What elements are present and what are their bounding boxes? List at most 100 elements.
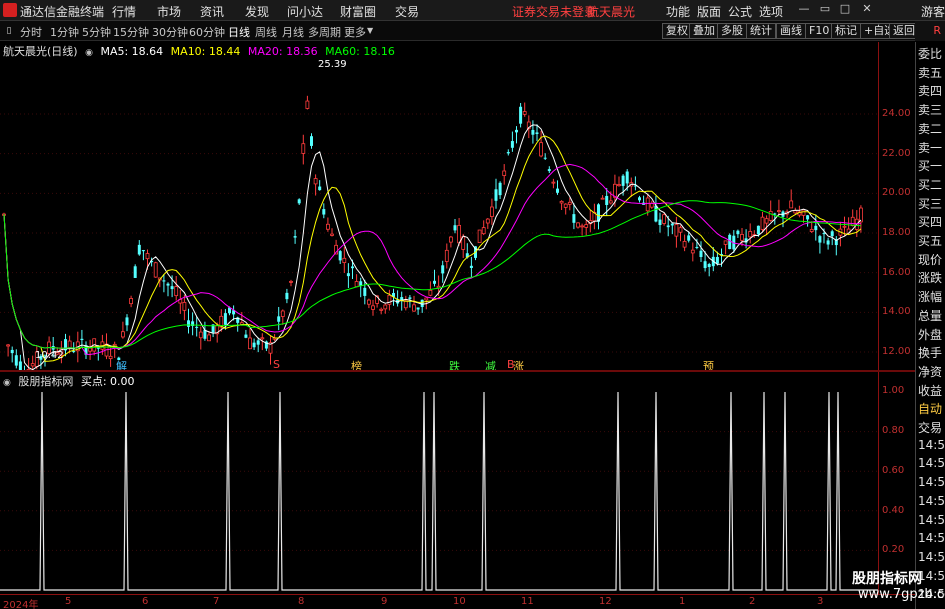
x-label-8: 8 bbox=[298, 596, 305, 607]
sidebar-item-14[interactable]: 总量 bbox=[918, 307, 945, 325]
menu-layout[interactable]: 版面 bbox=[697, 3, 721, 20]
candle-body bbox=[687, 235, 691, 241]
period-30min[interactable]: 30分钟 bbox=[152, 24, 188, 40]
close-icon[interactable]: ✕ bbox=[860, 2, 874, 16]
candlestick-chart[interactable] bbox=[0, 42, 878, 370]
indicator-value: 买点: 0.00 bbox=[80, 375, 135, 388]
candle-body bbox=[563, 203, 568, 208]
multi-stock-button[interactable]: 多股 bbox=[717, 23, 747, 39]
sidebar-item-16[interactable]: 换手 bbox=[918, 344, 945, 362]
candle-body bbox=[789, 200, 794, 209]
sidebar-item-5[interactable]: 卖一 bbox=[918, 139, 945, 157]
sidebar-item-23[interactable]: 14:56 bbox=[918, 475, 945, 493]
x-label-11: 11 bbox=[521, 596, 534, 607]
sidebar-item-13[interactable]: 涨幅 bbox=[918, 288, 945, 306]
menu-trade[interactable]: 交易 bbox=[395, 3, 419, 20]
sidebar-item-15[interactable]: 外盘 bbox=[918, 326, 945, 344]
sidebar-item-21[interactable]: 14:56 bbox=[918, 438, 945, 456]
y-tick-20: 20.00 bbox=[882, 187, 911, 198]
candle-body bbox=[502, 170, 507, 176]
menu-options[interactable]: 选项 bbox=[759, 3, 783, 20]
candle-body bbox=[338, 251, 342, 261]
sidebar-item-24[interactable]: 14:56 bbox=[918, 494, 945, 512]
sidebar-item-1[interactable]: 卖五 bbox=[918, 64, 945, 82]
sidebar-item-22[interactable]: 14:56 bbox=[918, 456, 945, 474]
sidebar-item-3[interactable]: 卖三 bbox=[918, 101, 945, 119]
period-more[interactable]: 更多 bbox=[344, 24, 366, 40]
sidebar-item-2[interactable]: 卖四 bbox=[918, 82, 945, 100]
mark-button[interactable]: 标记 bbox=[831, 23, 861, 39]
menu-ask-xiaoda[interactable]: 问小达 bbox=[287, 3, 323, 20]
sidebar-top-r[interactable]: R bbox=[915, 21, 945, 41]
draw-line-button[interactable]: 画线 bbox=[776, 23, 806, 39]
candle-body bbox=[543, 157, 547, 159]
sidebar-item-7[interactable]: 买二 bbox=[918, 176, 945, 194]
menu-quotes[interactable]: 行情 bbox=[112, 3, 136, 20]
guest-label[interactable]: 游客 bbox=[921, 3, 945, 20]
candle-body bbox=[489, 206, 494, 217]
sidebar-item-10[interactable]: 买五 bbox=[918, 232, 945, 250]
sidebar-item-11[interactable]: 现价 bbox=[918, 251, 945, 269]
sidebar-item-12[interactable]: 涨跌 bbox=[918, 269, 945, 287]
period-multi[interactable]: 多周期 bbox=[308, 24, 341, 40]
period-60min[interactable]: 60分钟 bbox=[189, 24, 225, 40]
candle-body bbox=[88, 347, 92, 352]
candle-body bbox=[760, 216, 765, 230]
menu-discover[interactable]: 发现 bbox=[245, 3, 269, 20]
menu-formula[interactable]: 公式 bbox=[728, 3, 752, 20]
candle-body bbox=[166, 283, 170, 286]
menu-news[interactable]: 资讯 bbox=[200, 3, 224, 20]
chevron-down-icon[interactable]: ▼ bbox=[367, 26, 373, 35]
watermark-line1: 股朋指标网 bbox=[852, 571, 922, 587]
candle-body bbox=[322, 209, 326, 215]
candle-body bbox=[162, 280, 166, 282]
indicator-pane[interactable]: ◉ 股朋指标网 买点: 0.00 bbox=[0, 372, 878, 594]
candle-body bbox=[682, 241, 687, 248]
indicator-chart[interactable] bbox=[0, 372, 878, 594]
low-price-label: 10.42 bbox=[35, 350, 64, 361]
indicator-legend: ◉ 股朋指标网 买点: 0.00 bbox=[3, 373, 139, 389]
menu-functions[interactable]: 功能 bbox=[666, 3, 690, 20]
indicator-axis: 1.00 0.80 0.60 0.40 0.20 bbox=[878, 372, 915, 594]
sidebar-item-26[interactable]: 14:56 bbox=[918, 531, 945, 549]
restore-rights-button[interactable]: 复权 bbox=[662, 23, 692, 39]
f10-button[interactable]: F10 bbox=[805, 23, 834, 39]
candlestick-pane[interactable]: 航天晨光(日线) ◉ MA5: 18.64 MA10: 18.44 MA20: … bbox=[0, 42, 878, 373]
overlay-button[interactable]: 叠加 bbox=[689, 23, 719, 39]
candle-body bbox=[485, 218, 490, 224]
trade-login-warning[interactable]: 证券交易未登录 bbox=[512, 3, 596, 20]
period-1min[interactable]: 1分钟 bbox=[50, 24, 79, 40]
sidebar-item-20[interactable]: 交易 bbox=[918, 419, 945, 437]
stock-legend-title: 航天晨光(日线) bbox=[3, 45, 78, 58]
settings-icon[interactable]: ◉ bbox=[85, 48, 93, 58]
sidebar-item-17[interactable]: 净资 bbox=[918, 363, 945, 381]
candle-body bbox=[145, 253, 150, 260]
sidebar-item-8[interactable]: 买三 bbox=[918, 195, 945, 213]
sidebar-item-0[interactable]: 委比 bbox=[918, 45, 945, 63]
sidebar-item-4[interactable]: 卖二 bbox=[918, 120, 945, 138]
menu-market[interactable]: 市场 bbox=[157, 3, 181, 20]
period-timeshare[interactable]: 分时 bbox=[20, 24, 42, 40]
toggle-icon[interactable]: ▯ bbox=[2, 24, 16, 38]
maximize-icon[interactable]: □ bbox=[838, 2, 852, 16]
candle-body bbox=[223, 313, 227, 325]
sidebar-item-18[interactable]: 收益 bbox=[918, 382, 945, 400]
sidebar-item-19[interactable]: 自动 bbox=[918, 400, 945, 418]
period-weekly[interactable]: 周线 bbox=[255, 24, 277, 40]
period-15min[interactable]: 15分钟 bbox=[113, 24, 149, 40]
sidebar-item-9[interactable]: 买四 bbox=[918, 213, 945, 231]
candle-body bbox=[522, 111, 527, 115]
sidebar-item-25[interactable]: 14:56 bbox=[918, 513, 945, 531]
indicator-settings-icon[interactable]: ◉ bbox=[3, 378, 11, 388]
period-5min[interactable]: 5分钟 bbox=[82, 24, 111, 40]
period-monthly[interactable]: 月线 bbox=[282, 24, 304, 40]
restore-icon[interactable]: ▭ bbox=[818, 2, 832, 16]
menu-wealth-circle[interactable]: 财富圈 bbox=[340, 3, 376, 20]
y-tick-24: 24.00 bbox=[882, 108, 911, 119]
candle-body bbox=[433, 280, 436, 284]
ma5-legend: MA5: 18.64 bbox=[100, 45, 164, 58]
sidebar-item-6[interactable]: 买一 bbox=[918, 157, 945, 175]
period-daily[interactable]: 日线 bbox=[228, 24, 250, 40]
statistics-button[interactable]: 统计 bbox=[746, 23, 776, 39]
minimize-icon[interactable]: — bbox=[797, 2, 811, 16]
